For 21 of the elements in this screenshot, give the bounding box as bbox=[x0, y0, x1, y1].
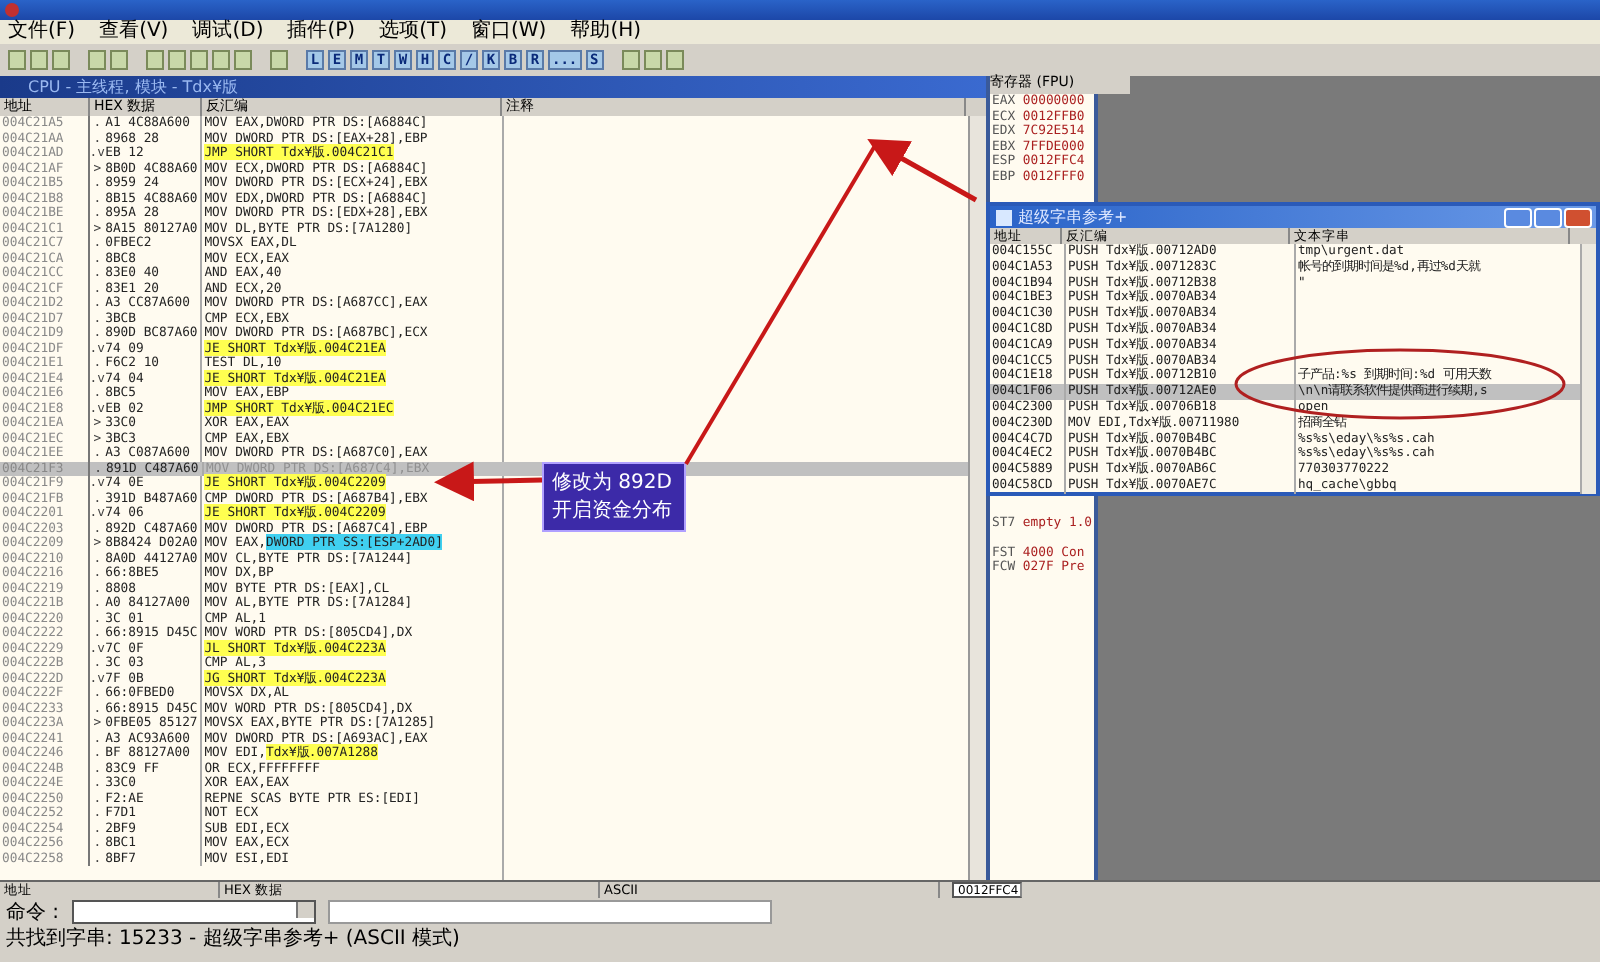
menu-item[interactable]: 窗口(W) bbox=[471, 20, 547, 44]
app-icon bbox=[4, 2, 20, 18]
command-label: 命令 : bbox=[6, 899, 60, 925]
menu-item[interactable]: 调试(D) bbox=[192, 20, 264, 44]
window-icon bbox=[996, 209, 1012, 225]
maximize-button[interactable] bbox=[1534, 207, 1562, 227]
command-field[interactable] bbox=[71, 899, 316, 923]
window-title: 超级字串参考+ bbox=[1018, 206, 1128, 228]
close-button[interactable] bbox=[1564, 207, 1592, 227]
menu-item[interactable]: 插件(P) bbox=[287, 20, 356, 44]
menu-item[interactable]: 文件(F) bbox=[8, 20, 76, 44]
annotation-note: 修改为 892D 开启资金分布 bbox=[542, 462, 686, 532]
minimize-button[interactable] bbox=[1504, 207, 1532, 227]
annotation-arrow bbox=[434, 461, 543, 502]
status-text: 共找到字串: 15233 - 超级字串参考+ (ASCII 模式) bbox=[4, 925, 462, 952]
menu-item[interactable]: 帮助(H) bbox=[570, 20, 642, 44]
menu-item[interactable]: 选项(T) bbox=[379, 20, 447, 44]
scrollbar[interactable] bbox=[968, 116, 986, 880]
menu-item[interactable]: 查看(V) bbox=[99, 20, 169, 44]
window-title: CPU - 主线程, 模块 - Tdx¥版 bbox=[0, 76, 986, 98]
scrollbar[interactable] bbox=[1580, 244, 1596, 494]
